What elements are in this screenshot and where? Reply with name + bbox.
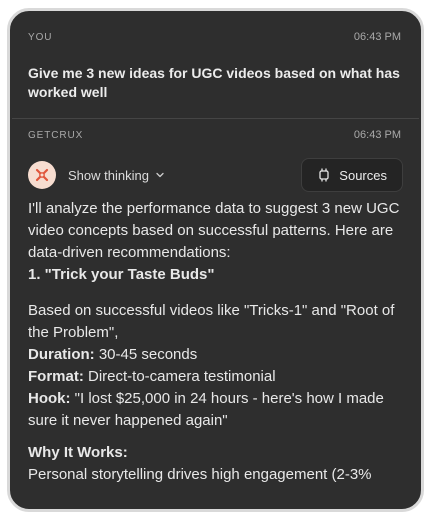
chat-frame: YOU 06:43 PM Give me 3 new ideas for UGC… <box>7 8 424 512</box>
based-on-text: Based on successful videos like "Tricks-… <box>28 302 395 341</box>
toolbar-left: Show thinking <box>28 161 165 189</box>
why-text: Personal storytelling drives high engage… <box>28 466 372 483</box>
hook-label: Hook: <box>28 390 71 407</box>
show-thinking-toggle[interactable]: Show thinking <box>68 168 165 183</box>
chat-panel: YOU 06:43 PM Give me 3 new ideas for UGC… <box>12 13 419 507</box>
idea-heading: 1. "Trick your Taste Buds" <box>28 266 215 283</box>
sources-label: Sources <box>339 167 387 183</box>
format-value: Direct-to-camera testimonial <box>83 368 276 385</box>
assistant-response: I'll analyze the performance data to sug… <box>12 192 419 486</box>
duration-label: Duration: <box>28 346 95 363</box>
chevron-down-icon <box>155 170 165 180</box>
assistant-sender-label: GETCRUX <box>28 129 84 141</box>
user-message: YOU 06:43 PM Give me 3 new ideas for UGC… <box>12 13 419 102</box>
assistant-message-header: GETCRUX 06:43 PM <box>12 129 419 141</box>
assistant-message-time: 06:43 PM <box>353 129 401 141</box>
sources-icon <box>318 168 330 182</box>
hook-value: "I lost $25,000 in 24 hours - here's how… <box>28 390 384 429</box>
sources-button[interactable]: Sources <box>301 158 403 192</box>
crux-logo-icon <box>28 161 56 189</box>
user-message-time: 06:43 PM <box>353 31 401 43</box>
assistant-message: GETCRUX 06:43 PM Show thinking Sources I… <box>12 119 419 486</box>
idea-details: Based on successful videos like "Tricks-… <box>28 300 401 432</box>
assistant-toolbar: Show thinking Sources <box>12 158 419 192</box>
response-intro: I'll analyze the performance data to sug… <box>28 200 400 261</box>
user-message-header: YOU 06:43 PM <box>12 31 419 43</box>
why-label: Why It Works: <box>28 444 128 461</box>
duration-value: 30-45 seconds <box>94 346 198 363</box>
format-label: Format: <box>28 368 84 385</box>
show-thinking-label: Show thinking <box>68 167 149 183</box>
user-sender-label: YOU <box>28 31 53 43</box>
user-message-text: Give me 3 new ideas for UGC videos based… <box>28 65 400 100</box>
